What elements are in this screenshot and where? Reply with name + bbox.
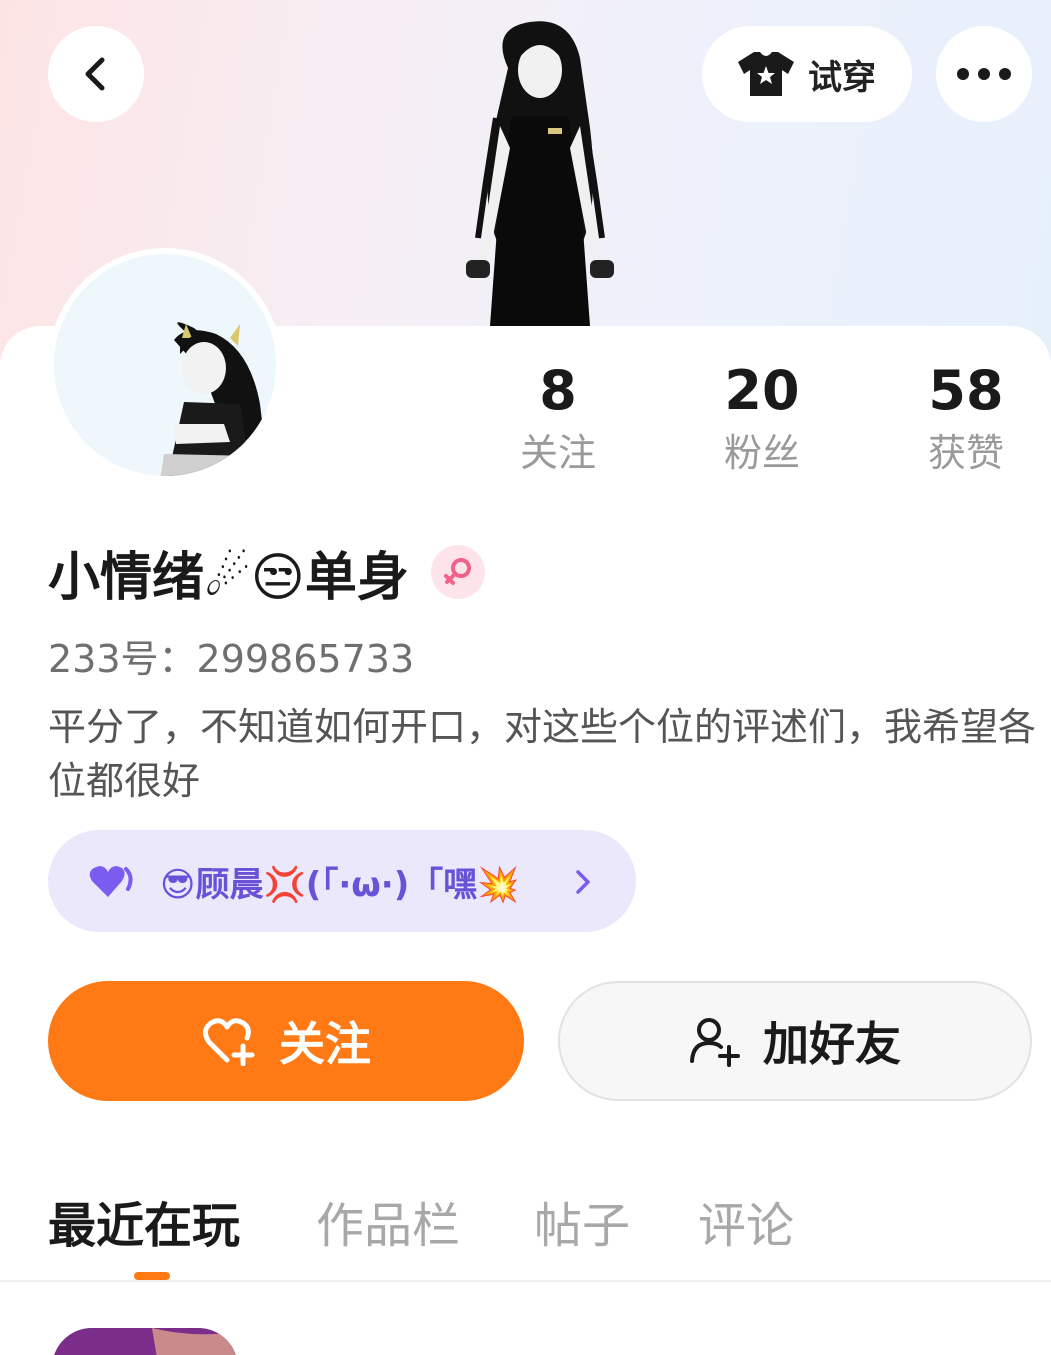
follow-button[interactable]: 关注 xyxy=(48,981,524,1101)
more-dots-icon xyxy=(957,68,1011,80)
gender-badge xyxy=(430,545,485,599)
chevron-left-icon xyxy=(85,57,105,91)
stat-likes[interactable]: 58 获赞 xyxy=(886,360,1046,478)
active-tab-indicator xyxy=(134,1272,170,1280)
more-options-button[interactable] xyxy=(936,26,1032,122)
stat-following-count: 8 xyxy=(539,359,577,422)
user-id: 233号：299865733 xyxy=(48,637,415,681)
stat-following-label: 关注 xyxy=(519,431,596,475)
tab-recently-played[interactable]: 最近在玩 xyxy=(48,1186,240,1256)
username: 小情绪☄😒单身 xyxy=(48,547,409,608)
guild-name: 😎顾晨💢(「·ω·)「嘿💥 xyxy=(160,864,520,905)
stat-fans[interactable]: 20 粉丝 xyxy=(682,360,842,478)
tshirt-icon xyxy=(738,52,794,96)
try-on-label: 试穿 xyxy=(808,57,876,98)
follow-label: 关注 xyxy=(279,1017,371,1071)
stat-following[interactable]: 8 关注 xyxy=(478,360,638,478)
try-on-button[interactable]: 试穿 xyxy=(702,26,912,122)
tab-divider xyxy=(0,1280,1051,1282)
add-friend-label: 加好友 xyxy=(763,1017,901,1071)
guild-link[interactable]: 😎顾晨💢(「·ω·)「嘿💥 xyxy=(48,830,636,932)
avatar[interactable] xyxy=(48,248,282,482)
add-friend-button[interactable]: 加好友 xyxy=(558,981,1032,1101)
avatar-3d-character[interactable] xyxy=(430,8,650,326)
username-row: 小情绪☄😒单身 xyxy=(48,536,485,608)
stat-fans-label: 粉丝 xyxy=(723,431,800,475)
add-user-icon xyxy=(690,1018,740,1067)
user-bio: 平分了，不知道如何开口，对这些个位的评述们，我希望各位都很好 xyxy=(48,705,1037,803)
game-cover-image xyxy=(52,1328,238,1355)
heart-plus-icon xyxy=(203,1018,255,1066)
stat-fans-count: 20 xyxy=(724,359,800,422)
recent-game-thumbnail[interactable] xyxy=(52,1328,238,1355)
tab-comments[interactable]: 评论 xyxy=(698,1186,794,1256)
purple-heart-icon xyxy=(89,866,133,897)
female-gender-icon xyxy=(443,558,471,585)
tab-works[interactable]: 作品栏 xyxy=(316,1186,460,1256)
back-button[interactable] xyxy=(48,26,144,122)
stat-likes-count: 58 xyxy=(928,359,1004,422)
tab-posts[interactable]: 帖子 xyxy=(534,1186,630,1256)
chevron-right-icon xyxy=(576,870,590,894)
stat-likes-label: 获赞 xyxy=(927,431,1004,475)
